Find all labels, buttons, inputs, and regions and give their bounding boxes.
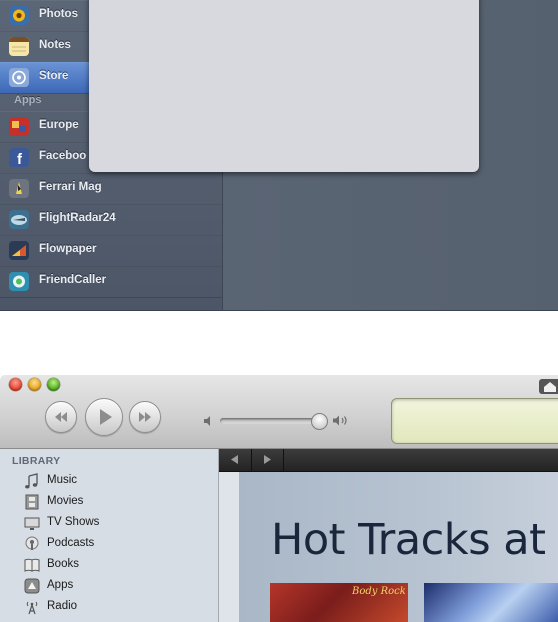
album-artwork[interactable]: Body Rock (270, 583, 408, 622)
flowpaper-icon (9, 241, 29, 260)
store-navigation-bar (219, 449, 558, 472)
library-item-label: Radio (47, 600, 78, 612)
sidebar-item-label: Notes (39, 39, 71, 51)
volume-high-icon (333, 415, 347, 426)
itunes-toolbar (0, 375, 558, 449)
store-icon (9, 68, 29, 87)
album-artwork[interactable] (424, 583, 558, 622)
sidebar-item-label: Faceboo (39, 150, 87, 162)
sunflower-icon (9, 6, 29, 25)
hero-title[interactable]: Hot Tracks at (271, 515, 546, 565)
sidebar-item-label: FlightRadar24 (39, 212, 116, 224)
sidebar-item-label: FriendCaller (39, 274, 107, 286)
apps-section-header: Apps (14, 94, 42, 106)
nav-divider (251, 449, 252, 471)
forward-arrow-icon[interactable] (263, 455, 271, 464)
minimize-window-button[interactable] (28, 378, 41, 391)
back-arrow-icon[interactable] (231, 455, 239, 464)
library-sidebar: LIBRARY Music Movies TV Shows Podcasts B… (0, 449, 219, 622)
volume-slider-knob[interactable] (311, 413, 328, 430)
europe-app-icon (9, 117, 29, 136)
home-icon (544, 382, 556, 392)
notes-icon (9, 37, 29, 56)
flightradar-icon (9, 210, 29, 229)
library-item-label: Music (47, 474, 78, 486)
divider (0, 310, 558, 311)
podcast-icon (25, 536, 39, 550)
play-button[interactable] (85, 398, 123, 436)
ipad-settings-screen: Photos Notes Store Apps Europe f Faceboo… (0, 0, 558, 311)
radio-antenna-icon (26, 601, 38, 615)
itunes-window: LIBRARY Music Movies TV Shows Podcasts B… (0, 375, 558, 622)
rewind-icon (55, 412, 67, 422)
sidebar-item-label: Ferrari Mag (39, 181, 102, 193)
ferrari-icon (9, 179, 29, 198)
sidebar-item-friendcaller[interactable]: FriendCaller (0, 266, 222, 298)
volume-low-icon (204, 416, 210, 426)
close-window-button[interactable] (9, 378, 22, 391)
nav-divider (283, 449, 284, 471)
home-button[interactable] (539, 379, 558, 394)
previous-track-button[interactable] (45, 401, 77, 433)
sidebar-item-flightradar24[interactable]: FlightRadar24 (0, 204, 222, 236)
facebook-icon: f (9, 148, 29, 167)
tv-icon (24, 517, 40, 530)
friendcaller-icon (9, 272, 29, 291)
library-item-label: Books (47, 558, 79, 570)
sidebar-item-label: Europe (39, 119, 79, 131)
sidebar-item-ferrari-mag[interactable]: Ferrari Mag (0, 173, 222, 205)
library-heading: LIBRARY (12, 455, 61, 467)
sidebar-item-label: Store (39, 70, 69, 82)
library-item-label: Movies (47, 495, 84, 507)
library-item-label: Podcasts (47, 537, 95, 549)
sidebar-item-flowpaper[interactable]: Flowpaper (0, 235, 222, 267)
library-item-label: Apps (47, 579, 74, 591)
popover-panel (89, 0, 479, 172)
music-note-icon (25, 473, 38, 489)
now-playing-display (391, 398, 558, 444)
fast-forward-icon (139, 412, 151, 422)
zoom-window-button[interactable] (47, 378, 60, 391)
next-track-button[interactable] (129, 401, 161, 433)
apps-icon (24, 578, 40, 594)
play-icon (100, 409, 112, 425)
film-icon (25, 494, 39, 510)
album-title: Body Rock (352, 586, 406, 597)
sidebar-item-label: Flowpaper (39, 243, 97, 255)
sidebar-item-label: Photos (39, 8, 78, 20)
library-item-label: TV Shows (47, 516, 100, 528)
book-icon (24, 558, 40, 572)
